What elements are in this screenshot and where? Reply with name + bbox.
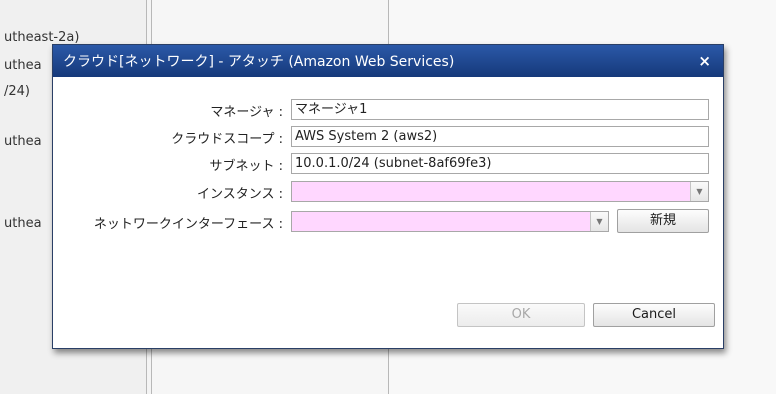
attach-dialog: クラウド[ネットワーク] - アタッチ (Amazon Web Services… (52, 44, 724, 349)
dialog-titlebar[interactable]: クラウド[ネットワーク] - アタッチ (Amazon Web Services… (53, 45, 723, 77)
instance-label: インスタンス : (197, 186, 283, 202)
manager-field[interactable]: マネージャ1 (291, 99, 709, 120)
background-cell-text: utheast-2a) (4, 30, 80, 45)
new-button[interactable]: 新規 (617, 209, 709, 233)
manager-label: マネージャ : (210, 104, 283, 120)
background-cell-text: /24) (4, 84, 30, 99)
ok-button[interactable]: OK (457, 303, 585, 327)
network-interface-combobox[interactable]: ▼ (291, 211, 609, 232)
instance-combobox[interactable]: ▼ (291, 181, 709, 202)
cloud-scope-field[interactable]: AWS System 2 (aws2) (291, 126, 709, 147)
dialog-title: クラウド[ネットワーク] - アタッチ (Amazon Web Services… (63, 54, 455, 70)
chevron-down-icon[interactable]: ▼ (690, 182, 708, 201)
manager-value: マネージャ1 (295, 102, 368, 117)
subnet-label: サブネット : (209, 158, 283, 174)
cancel-button[interactable]: Cancel (593, 303, 715, 327)
network-interface-label: ネットワークインターフェース : (93, 216, 283, 232)
background-cell-text: uthea (4, 216, 42, 231)
background-cell-text: uthea (4, 58, 42, 73)
background-cell-text: uthea (4, 134, 42, 149)
cloud-scope-value: AWS System 2 (aws2) (295, 129, 438, 144)
chevron-down-icon[interactable]: ▼ (590, 212, 608, 231)
subnet-value: 10.0.1.0/24 (subnet-8af69fe3) (295, 156, 492, 171)
cloud-scope-label: クラウドスコープ : (171, 131, 283, 147)
close-icon[interactable]: × (698, 52, 711, 70)
subnet-field[interactable]: 10.0.1.0/24 (subnet-8af69fe3) (291, 153, 709, 174)
